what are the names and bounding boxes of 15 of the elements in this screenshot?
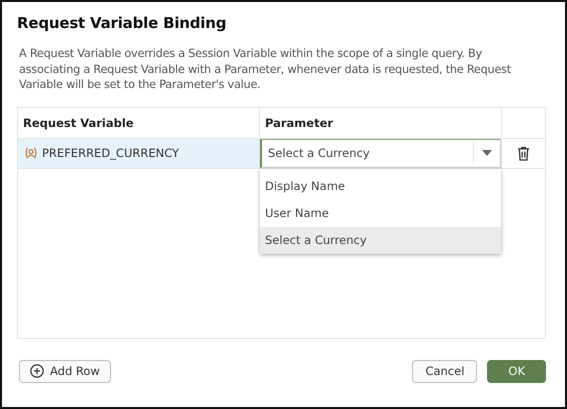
caret-icon bbox=[482, 150, 492, 156]
plus-circle-icon bbox=[30, 364, 44, 378]
dialog-title: Request Variable Binding bbox=[17, 14, 228, 32]
dropdown-option[interactable]: Select a Currency bbox=[260, 226, 501, 254]
description-text: A Request Variable overrides a Session Variable within the scope of a single query. By associating a Request Variable with a Parameter, whenever data is requested, the Request Variable will be set to the Parameter's value. bbox=[19, 46, 512, 92]
dropdown-option[interactable]: Display Name bbox=[260, 172, 501, 200]
variable-name: PREFERRED_CURRENCY bbox=[42, 146, 180, 160]
person-icon bbox=[24, 146, 38, 160]
ok-button[interactable]: OK bbox=[487, 360, 546, 382]
delete-icon[interactable] bbox=[517, 146, 530, 160]
dropdown-option[interactable]: User Name bbox=[260, 200, 501, 226]
cancel-button[interactable]: Cancel bbox=[412, 360, 478, 382]
variable-cell[interactable]: PREFERRED_CURRENCY bbox=[18, 138, 260, 168]
parameter-dropdown[interactable]: Select a Currency bbox=[260, 138, 501, 168]
add-row-button[interactable]: Add Row bbox=[19, 360, 111, 382]
